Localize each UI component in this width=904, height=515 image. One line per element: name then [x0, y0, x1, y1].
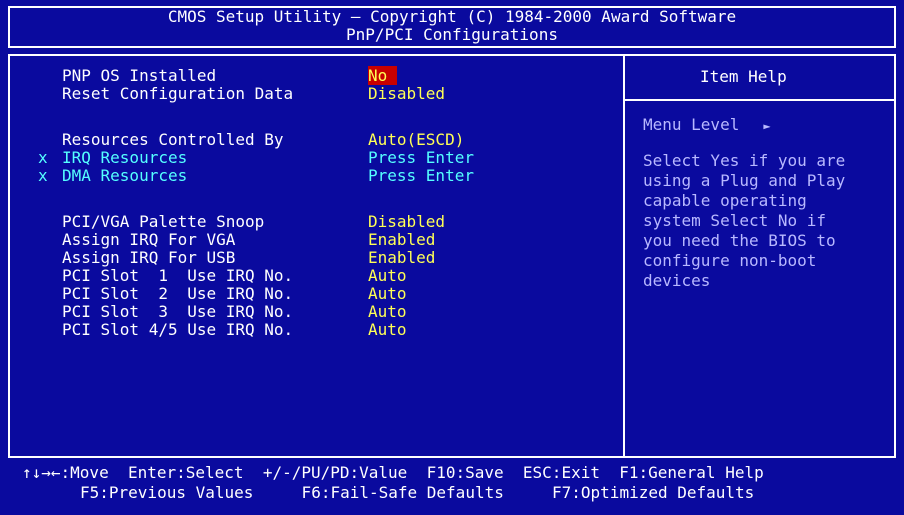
- setting-value-resources-controlled[interactable]: Auto(ESCD): [368, 131, 464, 149]
- setting-label-irq-resources: IRQ Resources: [62, 148, 188, 167]
- setting-value-pci-slot-2[interactable]: Auto: [368, 285, 407, 303]
- help-text-line: Select Yes if you are: [643, 151, 846, 170]
- setting-label-resources-controlled: Resources Controlled By: [62, 130, 284, 149]
- menu-level: Menu Level ►: [643, 116, 771, 135]
- item-help-title: Item Help: [700, 67, 787, 86]
- key-legend-line-1: ↑↓→←:Move Enter:Select +/-/PU/PD:Value F…: [22, 463, 764, 482]
- main-panel: PNP OS Installed No Reset Configuration …: [8, 54, 896, 458]
- help-text-line: using a Plug and Play: [643, 171, 846, 190]
- setting-label-pnp-os: PNP OS Installed: [62, 66, 217, 85]
- disabled-marker-irq: x: [38, 148, 48, 167]
- setting-label-pci-slot-3: PCI Slot 3 Use IRQ No.: [62, 302, 294, 321]
- help-text-line: you need the BIOS to: [643, 231, 836, 250]
- title-bar: CMOS Setup Utility – Copyright (C) 1984-…: [8, 6, 896, 48]
- key-legend-line-2: F5:Previous Values F6:Fail-Safe Defaults…: [80, 483, 755, 502]
- setting-label-irq-usb: Assign IRQ For USB: [62, 248, 236, 267]
- setting-value-dma-resources: Press Enter: [368, 166, 474, 185]
- setting-value-irq-vga[interactable]: Enabled: [368, 231, 435, 249]
- setting-label-pci-slot-1: PCI Slot 1 Use IRQ No.: [62, 266, 294, 285]
- setting-label-palette-snoop: PCI/VGA Palette Snoop: [62, 212, 265, 231]
- setting-label-pci-slot-2: PCI Slot 2 Use IRQ No.: [62, 284, 294, 303]
- key-legend: ↑↓→←:Move Enter:Select +/-/PU/PD:Value F…: [8, 464, 896, 510]
- help-text-line: capable operating: [643, 191, 807, 210]
- setting-value-pci-slot-4-5[interactable]: Auto: [368, 321, 407, 339]
- setting-value-reset-config[interactable]: Disabled: [368, 85, 445, 103]
- help-text-line: configure non-boot: [643, 251, 817, 270]
- setting-label-pci-slot-4-5: PCI Slot 4/5 Use IRQ No.: [62, 320, 294, 339]
- help-text: Select Yes if you are using a Plug and P…: [643, 152, 893, 292]
- menu-level-arrow-icon: ►: [763, 119, 771, 133]
- setting-value-pnp-os[interactable]: No: [368, 66, 398, 85]
- setting-value-pci-slot-1[interactable]: Auto: [368, 267, 407, 285]
- setting-label-dma-resources: DMA Resources: [62, 166, 188, 185]
- disabled-marker-dma: x: [38, 166, 48, 185]
- setting-value-palette-snoop[interactable]: Disabled: [368, 213, 445, 231]
- help-text-line: system Select No if: [643, 211, 827, 230]
- setting-value-irq-resources: Press Enter: [368, 148, 474, 167]
- help-text-line: devices: [643, 271, 711, 290]
- menu-level-label: Menu Level: [643, 115, 740, 134]
- title-line-1: CMOS Setup Utility – Copyright (C) 1984-…: [167, 7, 737, 26]
- bios-screen: CMOS Setup Utility – Copyright (C) 1984-…: [0, 0, 904, 515]
- page-title: PnP/PCI Configurations: [346, 25, 558, 44]
- setting-value-irq-usb[interactable]: Enabled: [368, 249, 435, 267]
- setting-value-pci-slot-3[interactable]: Auto: [368, 303, 407, 321]
- help-divider: [625, 99, 894, 101]
- panel-divider: [623, 56, 625, 456]
- setting-value-pnp-os-text[interactable]: No: [368, 66, 398, 85]
- setting-label-reset-config: Reset Configuration Data: [62, 84, 294, 103]
- setting-label-irq-vga: Assign IRQ For VGA: [62, 230, 236, 249]
